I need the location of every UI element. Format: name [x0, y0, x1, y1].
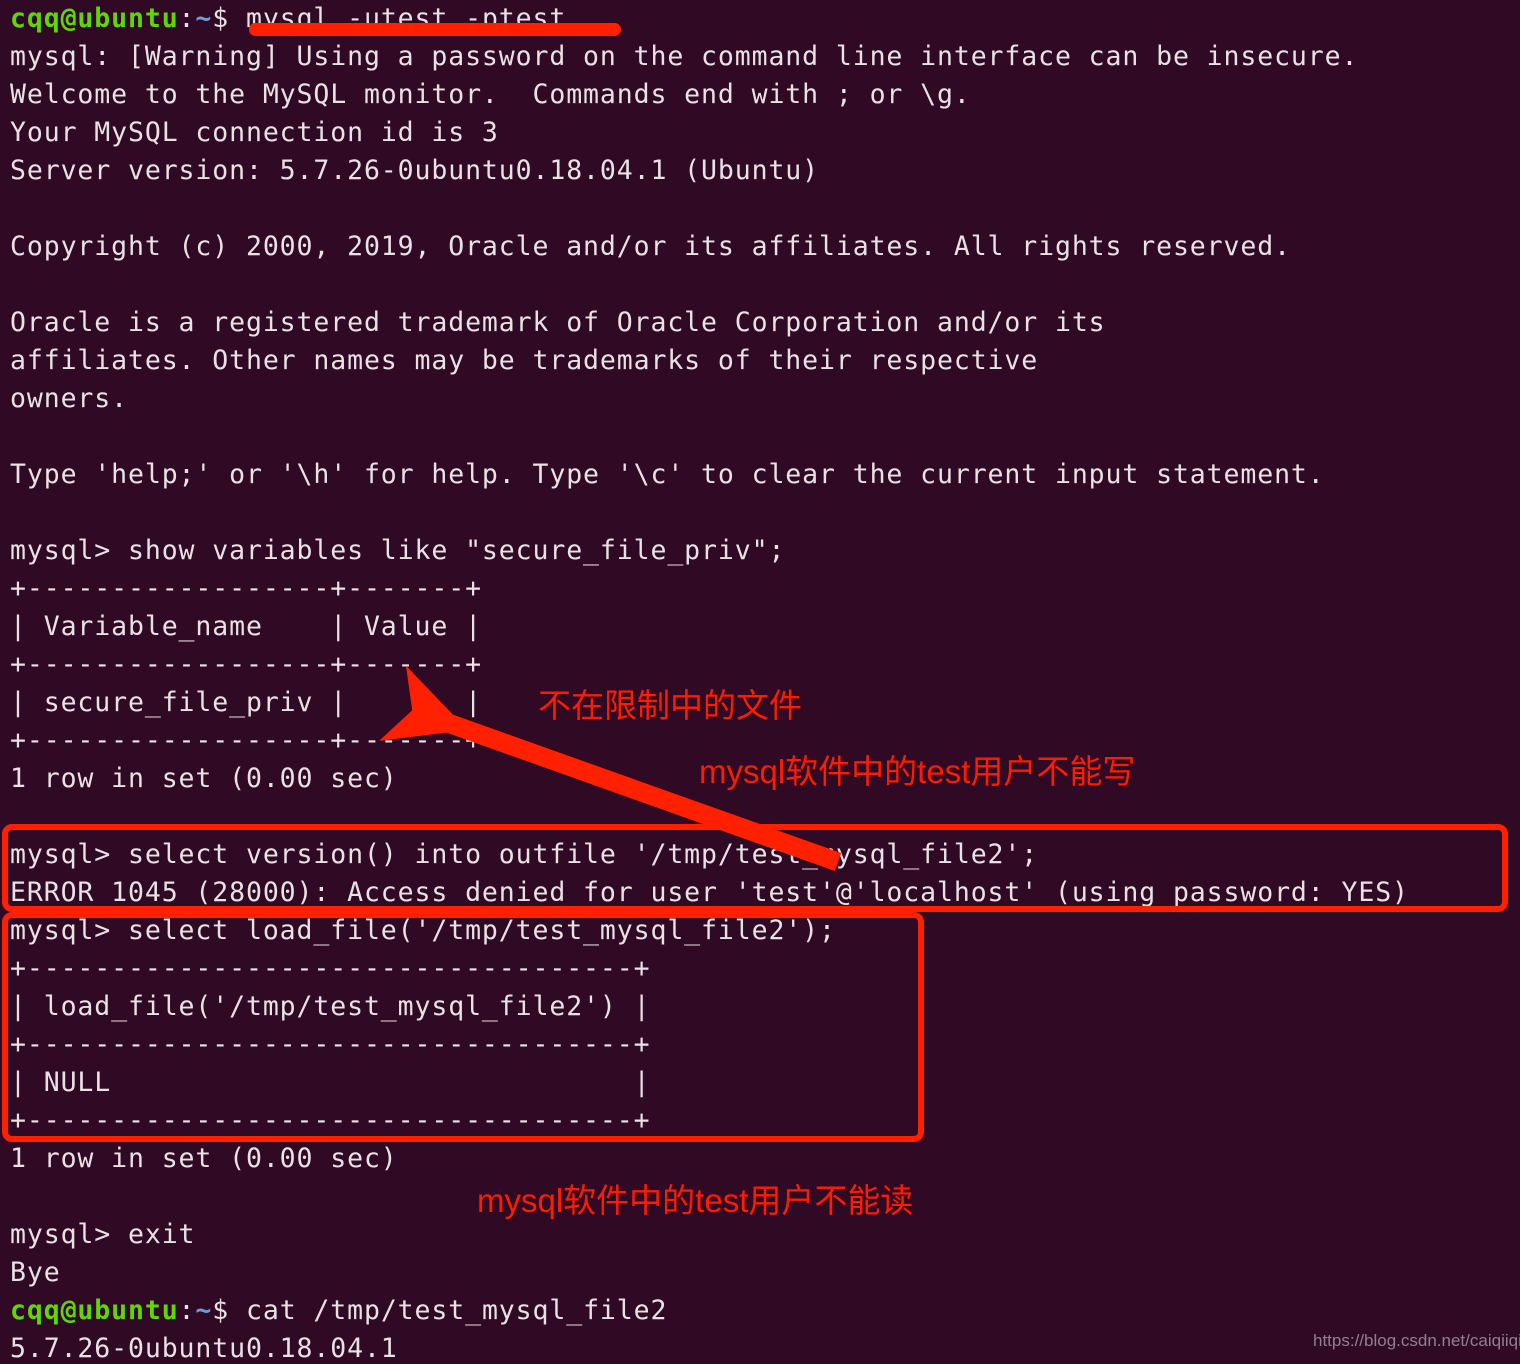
prompt-path: ~ — [195, 1295, 213, 1326]
terminal-line: Type 'help;' or '\h' for help. Type '\c'… — [10, 459, 1325, 490]
terminal-line: Server version: 5.7.26-0ubuntu0.18.04.1 … — [10, 155, 820, 186]
prompt-colon: : — [178, 3, 196, 34]
prompt-dollar: $ — [212, 3, 230, 34]
terminal-line: +------------------------------------+ — [10, 953, 651, 984]
terminal-line: 1 row in set (0.00 sec) — [10, 1143, 398, 1174]
terminal-window: cqq@ubuntu:~$ mysql -utest -ptest mysql: … — [0, 0, 1520, 1364]
watermark: https://blog.csdn.net/caiqiiqi — [1313, 1331, 1520, 1350]
terminal-line: +------------------+-------+ — [10, 573, 482, 604]
prompt-user-host: cqq@ubuntu — [10, 3, 179, 34]
terminal-line: mysql> exit — [10, 1219, 196, 1250]
terminal-line: | load_file('/tmp/test_mysql_file2') | — [10, 991, 651, 1022]
shell-prompt-line: cqq@ubuntu:~$ mysql -utest -ptest — [0, 0, 1520, 38]
prompt-user-host: cqq@ubuntu — [10, 1295, 179, 1326]
terminal-line: | secure_file_priv | | — [10, 687, 482, 718]
terminal-line: | Variable_name | Value | — [10, 611, 482, 642]
prompt-colon: : — [178, 1295, 196, 1326]
terminal-line: 1 row in set (0.00 sec) — [10, 763, 398, 794]
terminal-line: Copyright (c) 2000, 2019, Oracle and/or … — [10, 231, 1291, 262]
terminal-line: mysql> show variables like "secure_file_… — [10, 535, 786, 566]
terminal-line: Bye — [10, 1257, 61, 1288]
terminal-line: Your MySQL connection id is 3 — [10, 117, 499, 148]
terminal-line: Oracle is a registered trademark of Orac… — [10, 307, 1106, 338]
terminal-line: +------------------------------------+ — [10, 1105, 651, 1136]
shell-command-text: cat /tmp/test_mysql_file2 — [229, 1295, 668, 1326]
terminal-line: mysql: [Warning] Using a password on the… — [10, 41, 1359, 72]
terminal-line: affiliates. Other names may be trademark… — [10, 345, 1039, 376]
terminal-output-area[interactable]: cqq@ubuntu:~$ mysql -utest -ptest mysql: … — [0, 0, 1520, 1364]
terminal-line: 5.7.26-0ubuntu0.18.04.1 — [10, 1333, 398, 1364]
terminal-line: +------------------+-------+ — [10, 649, 482, 680]
terminal-line: ERROR 1045 (28000): Access denied for us… — [10, 877, 1409, 908]
terminal-line: owners. — [10, 383, 128, 414]
prompt-dollar: $ — [212, 1295, 230, 1326]
terminal-line: mysql> select version() into outfile '/t… — [10, 839, 1039, 870]
terminal-line: Welcome to the MySQL monitor. Commands e… — [10, 79, 971, 110]
terminal-line: | NULL | — [10, 1067, 651, 1098]
shell-prompt-line: cqq@ubuntu:~$ cat /tmp/test_mysql_file2 — [0, 1292, 1520, 1330]
terminal-line: mysql> select load_file('/tmp/test_mysql… — [10, 915, 836, 946]
shell-command-text: mysql -utest -ptest — [229, 3, 567, 34]
prompt-path: ~ — [195, 3, 213, 34]
terminal-line: +------------------+-------+ — [10, 725, 482, 756]
terminal-line: +------------------------------------+ — [10, 1029, 651, 1060]
